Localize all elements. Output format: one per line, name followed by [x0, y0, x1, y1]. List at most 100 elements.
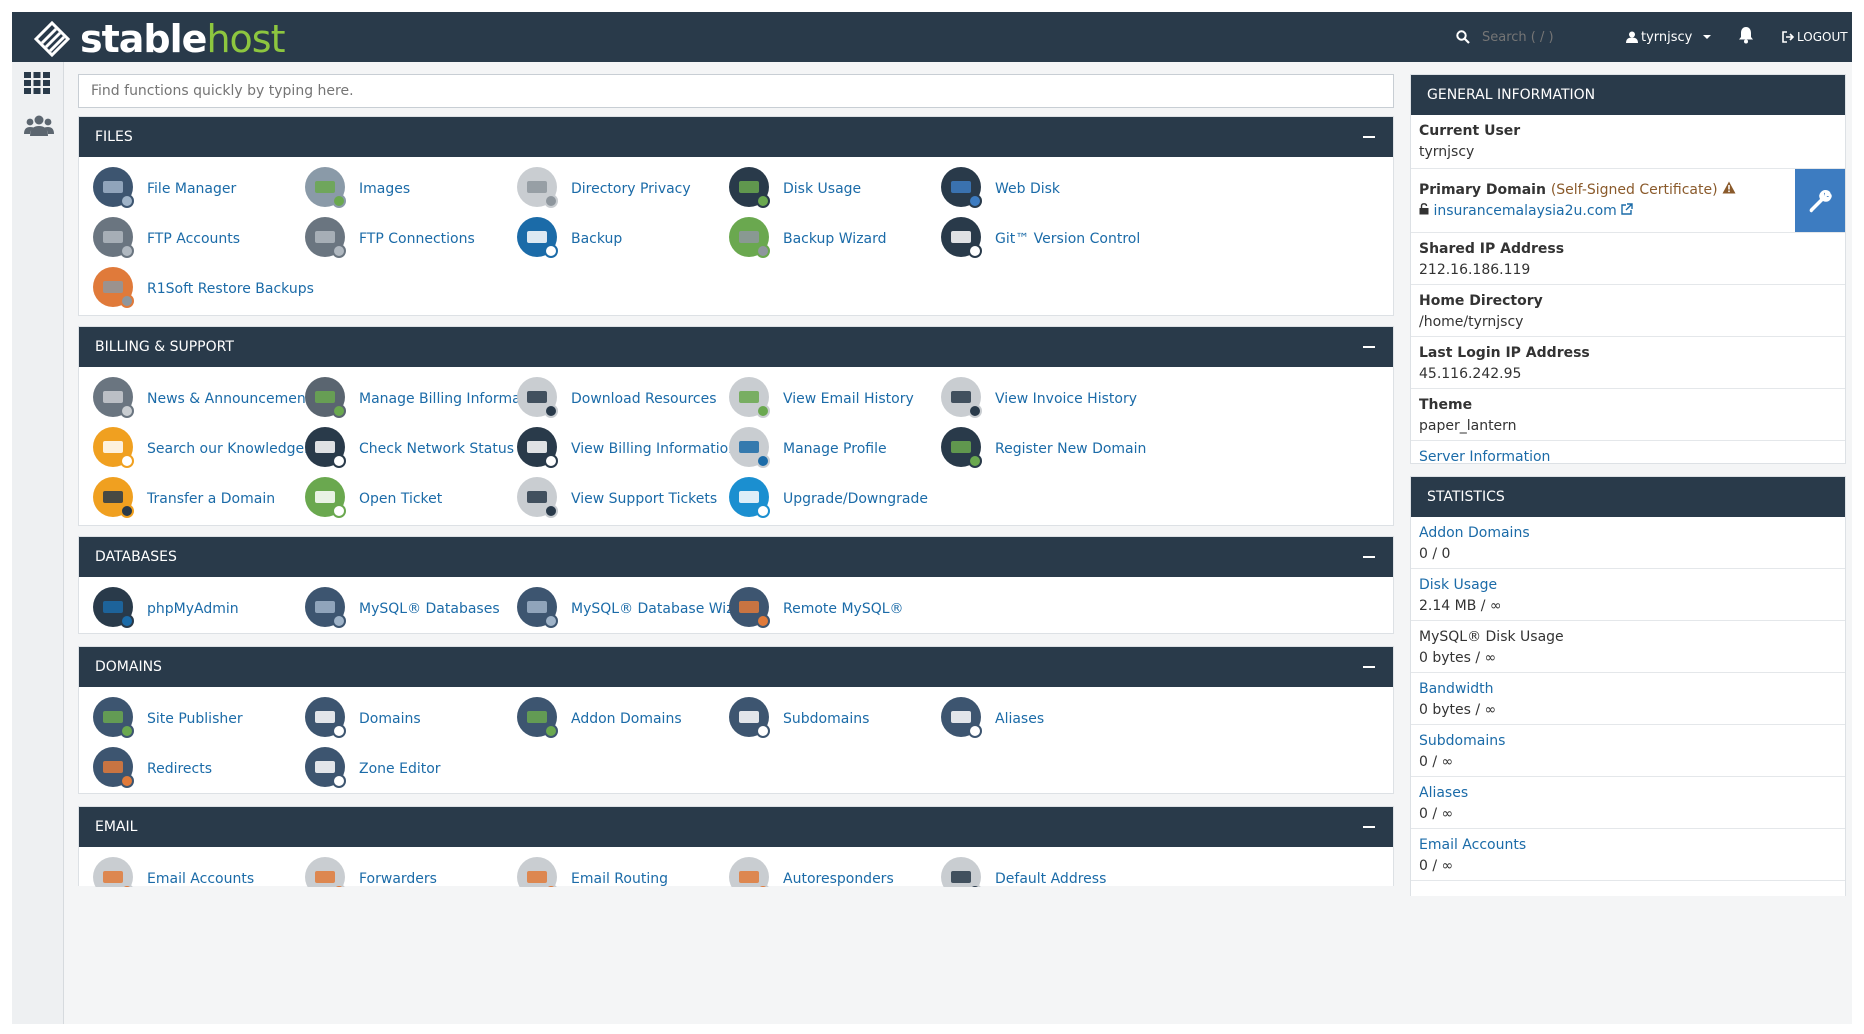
stat-label[interactable]: Aliases — [1419, 785, 1837, 801]
email-panel-body: Email Accounts Forwarders Email Routing Aut… — [79, 847, 1393, 887]
stat-label[interactable]: Disk Usage — [1419, 577, 1837, 593]
stat-value: 0 bytes / ∞ — [1419, 650, 1497, 666]
feature-git[interactable]: Git™ Version Control — [939, 215, 1189, 263]
collapse-icon[interactable] — [1363, 826, 1375, 828]
billing-info-icon — [517, 427, 558, 468]
upgrade-icon — [729, 477, 770, 518]
feature-label: Transfer a Domain — [147, 491, 276, 507]
ftp-accounts-icon — [93, 217, 134, 258]
current-user-row: Current User tyrnjscy — [1411, 115, 1845, 169]
wrench-icon — [1809, 189, 1832, 212]
remote-mysql-icon — [729, 587, 770, 628]
feature-web-disk[interactable]: Web Disk — [939, 165, 1189, 213]
collapse-icon[interactable] — [1363, 346, 1375, 348]
primary-domain-link[interactable]: insurancemalaysia2u.com — [1433, 203, 1616, 219]
collapse-icon[interactable] — [1363, 556, 1375, 558]
feature-label: Directory Privacy — [571, 181, 691, 197]
feature-label: View Support Tickets — [571, 491, 718, 507]
collapse-icon[interactable] — [1363, 666, 1375, 668]
feature-aliases[interactable]: Aliases — [939, 695, 1189, 743]
default-address-icon — [941, 857, 981, 887]
primary-domain-label-wrap: Primary Domain (Self-Signed Certificate) — [1419, 181, 1837, 198]
home-directory-label: Home Directory — [1419, 293, 1543, 309]
quick-find-input[interactable] — [78, 74, 1394, 108]
server-information-link[interactable]: Server Information — [1419, 449, 1837, 465]
domain-settings-button[interactable] — [1795, 169, 1845, 232]
feature-label: Web Disk — [995, 181, 1061, 197]
stat-label[interactable]: Bandwidth — [1419, 681, 1837, 697]
statistics-panel: STATISTICS Addon Domains 0 / 0 Disk Usage 2… — [1410, 476, 1846, 896]
knowledgebase-icon — [93, 427, 134, 468]
primary-domain-link-wrap[interactable]: insurancemalaysia2u.com — [1419, 203, 1837, 219]
stat-label[interactable]: Addon Domains — [1419, 525, 1837, 541]
feature-zone-editor[interactable]: Zone Editor — [303, 745, 553, 793]
top-header: stablehost tyrnjscy — [12, 12, 1852, 62]
external-link-icon[interactable] — [1621, 203, 1633, 215]
stat-label[interactable]: Email Accounts — [1419, 837, 1837, 853]
shared-ip-value: 212.16.186.119 — [1419, 262, 1531, 278]
collapse-icon[interactable] — [1363, 136, 1375, 138]
feature-label: MySQL® Databases — [359, 601, 500, 617]
feature-label: Email Accounts — [147, 871, 255, 887]
feature-label: Upgrade/Downgrade — [783, 491, 928, 507]
feature-r1soft[interactable]: R1Soft Restore Backups — [91, 265, 341, 313]
email-history-icon — [729, 377, 770, 418]
mysql-wizard-icon — [517, 587, 558, 628]
credit-card-icon — [305, 377, 346, 418]
files-panel: FILES File Manager Images Directory Privac… — [78, 116, 1394, 316]
user-icon — [1626, 31, 1638, 43]
header-search — [1456, 26, 1606, 48]
feature-default-address[interactable]: Default Address — [939, 855, 1189, 887]
databases-panel-title: DATABASES — [95, 549, 177, 565]
stat-value: 0 / ∞ — [1419, 858, 1454, 874]
domains-panel-header[interactable]: DOMAINS — [79, 647, 1393, 687]
email-panel: EMAIL Email Accounts Forwarders Email Rout… — [78, 806, 1394, 887]
databases-panel-header[interactable]: DATABASES — [79, 537, 1393, 577]
home-directory-value: /home/tyrnjscy — [1419, 314, 1524, 330]
feature-label: Backup Wizard — [783, 231, 887, 247]
stat-value: 0 bytes / ∞ — [1419, 702, 1497, 718]
disk-usage-icon — [729, 167, 770, 208]
last-login-label: Last Login IP Address — [1419, 345, 1590, 361]
brand-logo[interactable]: stable host — [30, 16, 285, 62]
grid-apps-icon[interactable] — [24, 72, 50, 94]
addon-domains-icon — [517, 697, 558, 738]
stat-value: 0 / ∞ — [1419, 806, 1454, 822]
users-group-icon[interactable] — [24, 114, 54, 136]
feature-label: Backup — [571, 231, 623, 247]
header-search-input[interactable] — [1482, 29, 1592, 45]
feature-label: File Manager — [147, 181, 237, 197]
current-user-label: Current User — [1419, 123, 1521, 139]
ftp-connections-icon — [305, 217, 346, 258]
notifications-button[interactable] — [1738, 26, 1754, 48]
warning-icon — [1722, 181, 1736, 194]
feature-upgrade[interactable]: Upgrade/Downgrade — [727, 475, 977, 523]
open-ticket-icon — [305, 477, 346, 518]
stat-label[interactable]: Subdomains — [1419, 733, 1837, 749]
feature-register-domain[interactable]: Register New Domain — [939, 425, 1189, 473]
home-directory-row: Home Directory /home/tyrnjscy — [1411, 285, 1845, 337]
caret-down-icon — [1703, 35, 1712, 39]
register-domain-icon — [941, 427, 982, 468]
current-user-value: tyrnjscy — [1419, 144, 1475, 160]
email-accounts-icon — [93, 857, 133, 887]
search-icon[interactable] — [1456, 30, 1470, 44]
logout-icon — [1782, 31, 1794, 43]
email-panel-header[interactable]: EMAIL — [79, 807, 1393, 847]
logo-text-stable: stable — [80, 17, 207, 61]
feature-remote-mysql[interactable]: Remote MySQL® — [727, 585, 977, 633]
megaphone-icon — [93, 377, 134, 418]
username-label: tyrnjscy — [1641, 29, 1693, 45]
theme-row: Theme paper_lantern — [1411, 389, 1845, 441]
backup-wizard-icon — [729, 217, 770, 258]
files-panel-header[interactable]: FILES — [79, 117, 1393, 157]
forwarders-icon — [305, 857, 345, 887]
transfer-domain-icon — [93, 477, 134, 518]
user-menu-button[interactable]: tyrnjscy — [1626, 26, 1712, 48]
images-icon — [305, 167, 346, 208]
billing-panel-header[interactable]: BILLING & SUPPORT — [79, 327, 1393, 367]
logout-button[interactable]: LOGOUT — [1782, 26, 1848, 48]
feature-invoice[interactable]: View Invoice History — [939, 375, 1189, 423]
feature-label: View Email History — [783, 391, 914, 407]
phpmyadmin-icon — [93, 587, 134, 628]
